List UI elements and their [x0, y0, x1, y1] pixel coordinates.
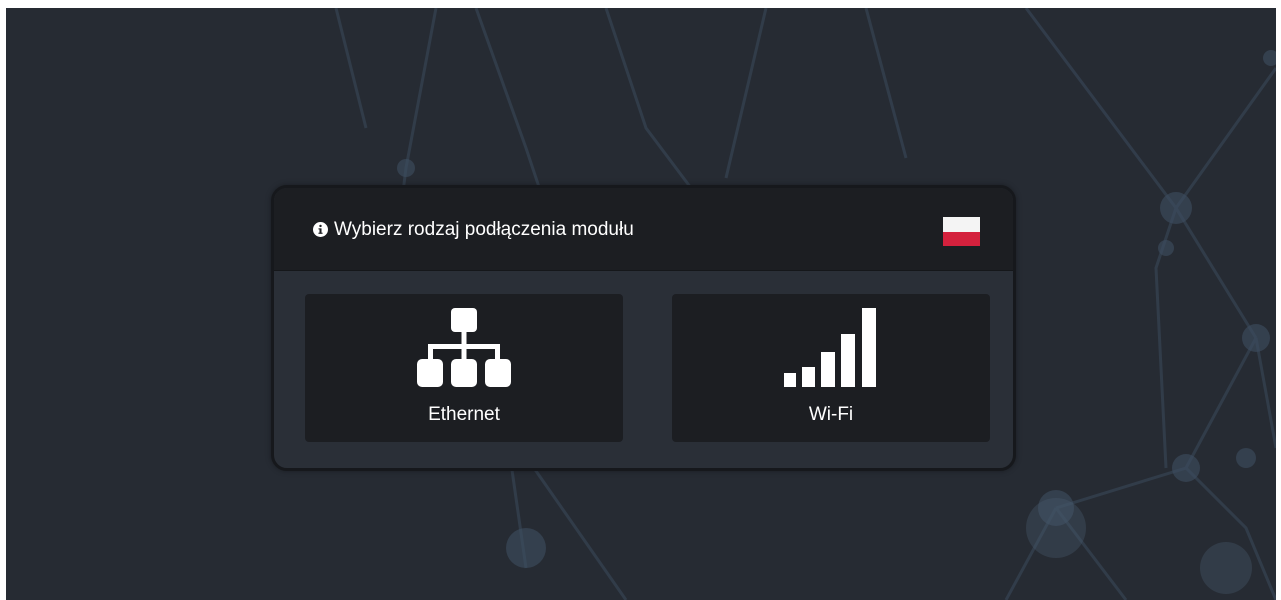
- ethernet-label: Ethernet: [428, 404, 500, 425]
- dialog-title: Wybierz rodzaj podłączenia modułu: [334, 219, 634, 240]
- info-circle-icon: [313, 222, 328, 237]
- network-sitemap-icon: [417, 308, 511, 387]
- dialog-header: Wybierz rodzaj podłączenia modułu: [274, 188, 1013, 271]
- connection-type-dialog: Wybierz rodzaj podłączenia modułu Ethern…: [271, 185, 1016, 471]
- wifi-label: Wi-Fi: [808, 404, 854, 425]
- page-background: Wybierz rodzaj podłączenia modułu Ethern…: [6, 8, 1276, 600]
- flag-poland-icon[interactable]: [943, 217, 980, 246]
- wifi-option-button[interactable]: Wi-Fi: [672, 294, 990, 442]
- signal-bars-icon: [784, 308, 876, 387]
- ethernet-option-button[interactable]: Ethernet: [305, 294, 623, 442]
